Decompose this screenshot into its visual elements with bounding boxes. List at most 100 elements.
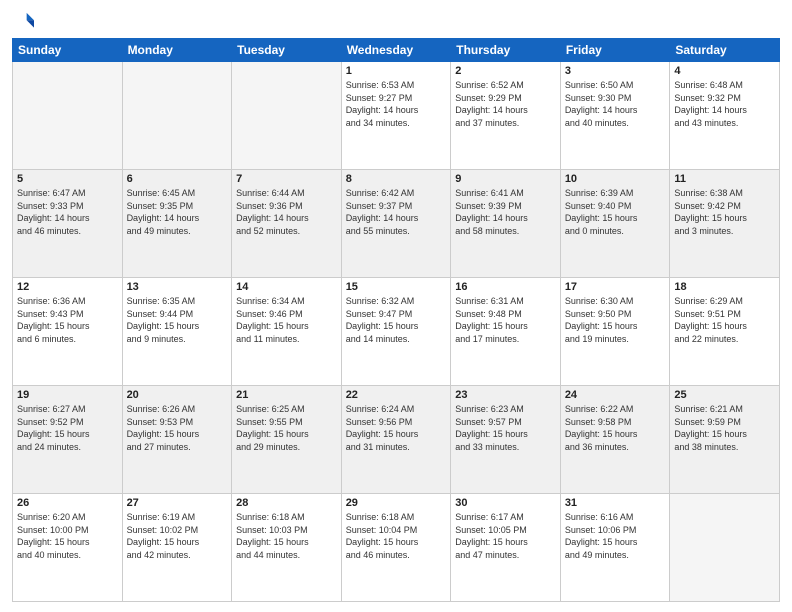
calendar-day-cell: 18 Sunrise: 6:29 AM Sunset: 9:51 PM Dayli… [670,278,780,386]
day-detail: Sunrise: 6:36 AM Sunset: 9:43 PM Dayligh… [17,295,118,345]
calendar-day-cell: 12 Sunrise: 6:36 AM Sunset: 9:43 PM Dayli… [13,278,123,386]
day-detail: Sunrise: 6:52 AM Sunset: 9:29 PM Dayligh… [455,79,556,129]
day-number: 16 [455,281,556,293]
calendar-day-cell: 5 Sunrise: 6:47 AM Sunset: 9:33 PM Daylig… [13,170,123,278]
day-number: 4 [674,65,775,77]
calendar-day-cell: 3Sunrise: 6:50 AM Sunset: 9:30 PM Daylig… [560,62,670,170]
calendar-week-row: 19 Sunrise: 6:27 AM Sunset: 9:52 PM Dayli… [13,386,780,494]
day-number: 21 [236,389,337,401]
day-detail: Sunrise: 6:26 AM Sunset: 9:53 PM Dayligh… [127,403,228,453]
day-detail: Sunrise: 6:25 AM Sunset: 9:55 PM Dayligh… [236,403,337,453]
day-detail: Sunrise: 6:16 AM Sunset: 10:06 PM Daylig… [565,511,666,561]
day-number: 25 [674,389,775,401]
day-detail: Sunrise: 6:23 AM Sunset: 9:57 PM Dayligh… [455,403,556,453]
day-detail: Sunrise: 6:48 AM Sunset: 9:32 PM Dayligh… [674,79,775,129]
weekday-header: Thursday [451,39,561,62]
calendar-day-cell: 27 Sunrise: 6:19 AM Sunset: 10:02 PM Dayl… [122,494,232,602]
calendar-day-cell: 10Sunrise: 6:39 AM Sunset: 9:40 PM Dayli… [560,170,670,278]
weekday-header: Monday [122,39,232,62]
day-detail: Sunrise: 6:32 AM Sunset: 9:47 PM Dayligh… [346,295,447,345]
day-number: 17 [565,281,666,293]
calendar-day-cell: 14 Sunrise: 6:34 AM Sunset: 9:46 PM Dayli… [232,278,342,386]
day-detail: Sunrise: 6:34 AM Sunset: 9:46 PM Dayligh… [236,295,337,345]
calendar-day-cell: 17 Sunrise: 6:30 AM Sunset: 9:50 PM Dayli… [560,278,670,386]
calendar-day-cell [13,62,123,170]
day-detail: Sunrise: 6:24 AM Sunset: 9:56 PM Dayligh… [346,403,447,453]
day-detail: Sunrise: 6:47 AM Sunset: 9:33 PM Dayligh… [17,187,118,237]
day-number: 12 [17,281,118,293]
day-detail: Sunrise: 6:35 AM Sunset: 9:44 PM Dayligh… [127,295,228,345]
day-detail: Sunrise: 6:50 AM Sunset: 9:30 PM Dayligh… [565,79,666,129]
day-number: 6 [127,173,228,185]
day-number: 7 [236,173,337,185]
day-detail: Sunrise: 6:29 AM Sunset: 9:51 PM Dayligh… [674,295,775,345]
calendar-day-cell: 7 Sunrise: 6:44 AM Sunset: 9:36 PM Daylig… [232,170,342,278]
weekday-header: Tuesday [232,39,342,62]
day-number: 31 [565,497,666,509]
day-number: 13 [127,281,228,293]
day-number: 15 [346,281,447,293]
calendar-day-cell: 19 Sunrise: 6:27 AM Sunset: 9:52 PM Dayli… [13,386,123,494]
calendar-header-row: SundayMondayTuesdayWednesdayThursdayFrid… [13,39,780,62]
calendar-week-row: 1 Sunrise: 6:53 AM Sunset: 9:27 PM Daylig… [13,62,780,170]
day-number: 1 [346,65,447,77]
day-detail: Sunrise: 6:53 AM Sunset: 9:27 PM Dayligh… [346,79,447,129]
day-number: 9 [455,173,556,185]
day-detail: Sunrise: 6:21 AM Sunset: 9:59 PM Dayligh… [674,403,775,453]
day-detail: Sunrise: 6:18 AM Sunset: 10:04 PM Daylig… [346,511,447,561]
calendar-day-cell: 11 Sunrise: 6:38 AM Sunset: 9:42 PM Dayli… [670,170,780,278]
page: SundayMondayTuesdayWednesdayThursdayFrid… [0,0,792,612]
calendar-table: SundayMondayTuesdayWednesdayThursdayFrid… [12,38,780,602]
day-number: 20 [127,389,228,401]
day-number: 26 [17,497,118,509]
weekday-header: Friday [560,39,670,62]
weekday-header: Sunday [13,39,123,62]
day-number: 5 [17,173,118,185]
calendar-day-cell: 15 Sunrise: 6:32 AM Sunset: 9:47 PM Dayli… [341,278,451,386]
calendar-day-cell: 9 Sunrise: 6:41 AM Sunset: 9:39 PM Daylig… [451,170,561,278]
day-number: 19 [17,389,118,401]
day-detail: Sunrise: 6:27 AM Sunset: 9:52 PM Dayligh… [17,403,118,453]
weekday-header: Saturday [670,39,780,62]
day-detail: Sunrise: 6:44 AM Sunset: 9:36 PM Dayligh… [236,187,337,237]
day-detail: Sunrise: 6:30 AM Sunset: 9:50 PM Dayligh… [565,295,666,345]
logo-icon [12,10,34,32]
calendar-week-row: 12 Sunrise: 6:36 AM Sunset: 9:43 PM Dayli… [13,278,780,386]
day-detail: Sunrise: 6:17 AM Sunset: 10:05 PM Daylig… [455,511,556,561]
day-detail: Sunrise: 6:39 AM Sunset: 9:40 PM Dayligh… [565,187,666,237]
day-number: 11 [674,173,775,185]
calendar-day-cell: 23Sunrise: 6:23 AM Sunset: 9:57 PM Dayli… [451,386,561,494]
day-number: 14 [236,281,337,293]
calendar-day-cell [670,494,780,602]
calendar-day-cell: 31 Sunrise: 6:16 AM Sunset: 10:06 PM Dayl… [560,494,670,602]
day-detail: Sunrise: 6:20 AM Sunset: 10:00 PM Daylig… [17,511,118,561]
calendar-day-cell: 28Sunrise: 6:18 AM Sunset: 10:03 PM Dayl… [232,494,342,602]
day-number: 22 [346,389,447,401]
day-detail: Sunrise: 6:22 AM Sunset: 9:58 PM Dayligh… [565,403,666,453]
day-detail: Sunrise: 6:45 AM Sunset: 9:35 PM Dayligh… [127,187,228,237]
day-number: 30 [455,497,556,509]
calendar-day-cell: 26 Sunrise: 6:20 AM Sunset: 10:00 PM Dayl… [13,494,123,602]
day-number: 18 [674,281,775,293]
day-number: 29 [346,497,447,509]
calendar-day-cell: 29 Sunrise: 6:18 AM Sunset: 10:04 PM Dayl… [341,494,451,602]
day-detail: Sunrise: 6:38 AM Sunset: 9:42 PM Dayligh… [674,187,775,237]
day-detail: Sunrise: 6:19 AM Sunset: 10:02 PM Daylig… [127,511,228,561]
calendar-day-cell: 30 Sunrise: 6:17 AM Sunset: 10:05 PM Dayl… [451,494,561,602]
calendar-day-cell: 25 Sunrise: 6:21 AM Sunset: 9:59 PM Dayli… [670,386,780,494]
calendar-day-cell: 21 Sunrise: 6:25 AM Sunset: 9:55 PM Dayli… [232,386,342,494]
calendar-day-cell: 16 Sunrise: 6:31 AM Sunset: 9:48 PM Dayli… [451,278,561,386]
day-detail: Sunrise: 6:41 AM Sunset: 9:39 PM Dayligh… [455,187,556,237]
day-number: 27 [127,497,228,509]
header [12,10,780,32]
day-detail: Sunrise: 6:31 AM Sunset: 9:48 PM Dayligh… [455,295,556,345]
day-detail: Sunrise: 6:42 AM Sunset: 9:37 PM Dayligh… [346,187,447,237]
logo [12,10,38,32]
calendar-day-cell [232,62,342,170]
calendar-week-row: 26 Sunrise: 6:20 AM Sunset: 10:00 PM Dayl… [13,494,780,602]
calendar-day-cell: 8Sunrise: 6:42 AM Sunset: 9:37 PM Daylig… [341,170,451,278]
day-detail: Sunrise: 6:18 AM Sunset: 10:03 PM Daylig… [236,511,337,561]
calendar-day-cell: 6 Sunrise: 6:45 AM Sunset: 9:35 PM Daylig… [122,170,232,278]
calendar-day-cell: 20 Sunrise: 6:26 AM Sunset: 9:53 PM Dayli… [122,386,232,494]
calendar-day-cell: 4 Sunrise: 6:48 AM Sunset: 9:32 PM Daylig… [670,62,780,170]
